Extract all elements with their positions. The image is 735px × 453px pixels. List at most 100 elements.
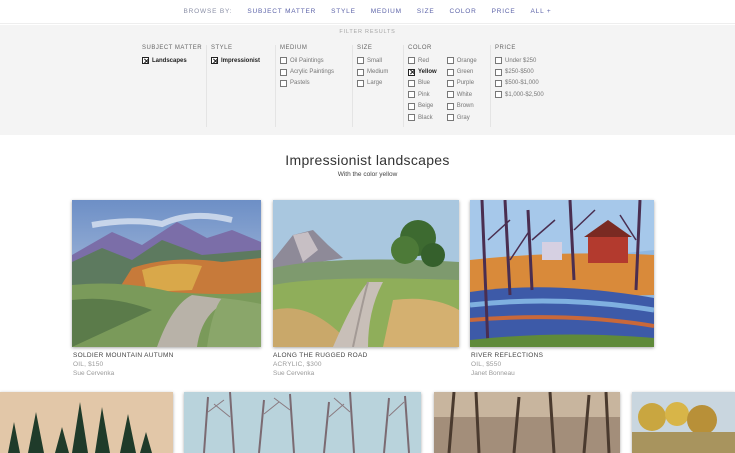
filter-group-price: PRICE Under $250 $250-$500 $500-$1,000 $… [490,45,544,127]
checkbox-icon[interactable] [357,79,364,87]
filter-red[interactable]: Red [408,55,437,66]
filter-beige[interactable]: Beige [408,101,437,112]
filter-group-medium: MEDIUM Oil Paintings Acrylic Paintings P… [275,45,334,127]
painting-thumbnail[interactable] [184,392,421,453]
checkbox-icon[interactable] [280,79,287,87]
nav-subject-matter[interactable]: SUBJECT MATTER [247,8,316,15]
checkbox-checked-icon[interactable] [211,57,218,65]
filter-white[interactable]: White [446,89,477,100]
checkbox-icon[interactable] [495,91,502,99]
color-column-1: Red Yellow Blue Pink Beige Black [408,55,437,123]
painting-thumbnail[interactable] [72,200,261,347]
artwork-medium-price: ACRYLIC, $300 [273,361,322,368]
filter-impressionist[interactable]: Impressionist [211,55,260,66]
filter-purple[interactable]: Purple [446,78,477,89]
checkbox-icon[interactable] [408,114,415,122]
filter-group-title: STYLE [211,45,233,51]
filter-option-label: Oil Paintings [290,57,324,64]
filter-option-label: Purple [456,80,475,87]
nav-all[interactable]: ALL + [531,8,552,15]
artwork-artist[interactable]: Sue Cervenka [73,369,174,378]
checkbox-icon[interactable] [446,91,454,99]
filter-option-label: Landscapes [152,57,187,64]
nav-style[interactable]: STYLE [331,8,356,15]
filter-250-500[interactable]: $250-$500 [495,66,544,77]
nav-medium[interactable]: MEDIUM [371,8,402,15]
artwork-card-row2-4[interactable] [632,392,735,453]
checkbox-icon[interactable] [446,79,454,87]
filter-under-250[interactable]: Under $250 [495,55,544,66]
filter-orange[interactable]: Orange [446,55,477,66]
artwork-card-row2-1[interactable] [0,392,173,453]
filter-medium[interactable]: Medium [357,66,388,77]
artwork-title[interactable]: ALONG THE RUGGED ROAD [273,351,368,360]
filter-black[interactable]: Black [408,112,437,123]
filter-pink[interactable]: Pink [408,89,437,100]
filter-oil-paintings[interactable]: Oil Paintings [280,55,334,66]
artwork-artist[interactable]: Sue Cervenka [273,369,368,378]
filter-option-label: Yellow [418,69,437,76]
artwork-card-river-reflections[interactable] [470,200,654,347]
filter-option-label: Green [456,69,474,76]
filter-option-label: Red [418,57,430,64]
filter-1000-2500[interactable]: $1,000-$2,500 [495,89,544,100]
artwork-medium-price: OIL, $150 [73,361,104,368]
artwork-info: SOLDIER MOUNTAIN AUTUMN OIL, $150 Sue Ce… [73,351,174,378]
filter-large[interactable]: Large [357,78,388,89]
page: BROWSE BY: SUBJECT MATTER STYLE MEDIUM S… [0,0,735,453]
artwork-card-row2-3[interactable] [434,392,620,453]
checkbox-icon[interactable] [446,68,454,76]
checkbox-icon[interactable] [495,57,502,65]
filter-group-color: COLOR Red Yellow Blue Pink Beige Black O… [403,45,477,127]
filter-option-label: Brown [456,103,474,110]
artwork-title[interactable]: RIVER REFLECTIONS [471,351,543,360]
artwork-artist[interactable]: Janet Bonneau [471,369,543,378]
checkbox-icon[interactable] [446,114,454,122]
filter-blue[interactable]: Blue [408,78,437,89]
nav-price[interactable]: PRICE [492,8,516,15]
filter-small[interactable]: Small [357,55,388,66]
filter-landscapes[interactable]: Landscapes [142,55,202,66]
artwork-title[interactable]: SOLDIER MOUNTAIN AUTUMN [73,351,174,360]
checkbox-icon[interactable] [357,57,364,65]
filter-option-label: White [456,91,473,98]
painting-thumbnail[interactable] [0,392,173,453]
filter-group-title: PRICE [495,45,516,51]
checkbox-icon[interactable] [357,68,364,76]
checkbox-icon[interactable] [446,102,454,110]
checkbox-icon[interactable] [408,91,415,99]
filter-green[interactable]: Green [446,66,477,77]
filter-group-title: COLOR [408,45,432,51]
filter-option-label: Blue [418,80,431,87]
filter-acrylic-paintings[interactable]: Acrylic Paintings [280,66,334,77]
artwork-card-rugged-road[interactable] [273,200,459,347]
checkbox-icon[interactable] [408,57,415,65]
filter-option-label: Orange [456,57,477,64]
filter-option-label: Large [367,80,383,87]
checkbox-icon[interactable] [495,68,502,76]
filter-option-label: Acrylic Paintings [290,69,335,76]
artwork-card-row2-2[interactable] [184,392,421,453]
filter-gray[interactable]: Gray [446,112,477,123]
painting-thumbnail[interactable] [273,200,459,347]
checkbox-checked-icon[interactable] [408,68,415,76]
painting-thumbnail[interactable] [434,392,620,453]
artwork-card-soldier-mountain[interactable] [72,200,261,347]
filter-option-label: Small [367,57,383,64]
checkbox-icon[interactable] [408,79,415,87]
filter-brown[interactable]: Brown [446,101,477,112]
checkbox-icon[interactable] [446,57,454,65]
nav-size[interactable]: SIZE [417,8,435,15]
filter-yellow[interactable]: Yellow [408,66,437,77]
painting-thumbnail[interactable] [632,392,735,453]
checkbox-checked-icon[interactable] [142,57,149,65]
checkbox-icon[interactable] [495,79,502,87]
checkbox-icon[interactable] [280,57,287,65]
filter-group-style: STYLE Impressionist [206,45,260,127]
checkbox-icon[interactable] [280,68,287,76]
checkbox-icon[interactable] [408,102,415,110]
filter-pastels[interactable]: Pastels [280,78,334,89]
painting-thumbnail[interactable] [470,200,654,347]
nav-color[interactable]: COLOR [450,8,477,15]
filter-500-1000[interactable]: $500-$1,000 [495,78,544,89]
